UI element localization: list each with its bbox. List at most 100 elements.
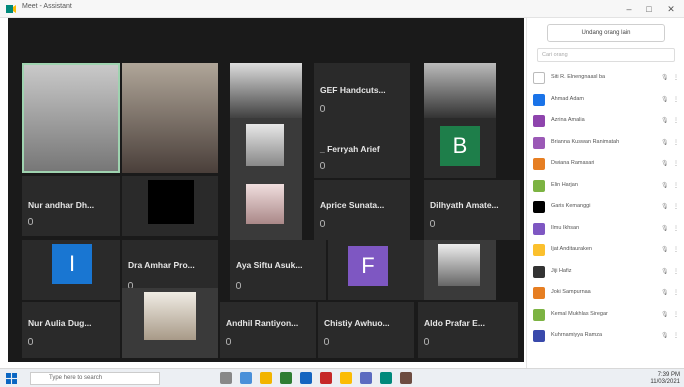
word-icon[interactable]: [300, 372, 312, 384]
participant-avatar: [533, 72, 545, 84]
participant-tile[interactable]: [122, 176, 218, 236]
participant-row[interactable]: Azrina Amalia 🎙 ⋮: [533, 113, 681, 129]
participant-tile[interactable]: [424, 240, 496, 300]
participant-tile[interactable]: [230, 180, 302, 240]
participant-tile[interactable]: I: [22, 240, 120, 300]
participant-row[interactable]: Garis Kemanggi 🎙 ⋮: [533, 199, 681, 215]
participant-row[interactable]: Ilmu Ikhsan 🎙 ⋮: [533, 221, 681, 237]
participant-row[interactable]: Dwiana Ramasari 🎙 ⋮: [533, 156, 681, 172]
participant-video: [246, 124, 284, 166]
participant-tile[interactable]: Dilhyath Amate...: [424, 180, 520, 240]
participant-video: [246, 184, 284, 224]
mic-icon: [320, 162, 325, 169]
meet-icon[interactable]: [380, 372, 392, 384]
participant-row[interactable]: Elin Harjan 🎙 ⋮: [533, 178, 681, 194]
participant-name: Nur andhar Dh...: [28, 200, 95, 210]
participant-avatar: [533, 287, 545, 299]
mic-icon: 🎙: [661, 311, 669, 318]
mic-icon: 🎙: [661, 139, 669, 146]
people-search-input[interactable]: Cari orang: [537, 48, 675, 62]
close-button[interactable]: ✕: [662, 2, 680, 16]
more-options-icon[interactable]: ⋮: [673, 311, 679, 318]
participant-row-label: Siti R. Elnengnaasl ba: [551, 74, 606, 80]
participant-avatar: I: [52, 244, 92, 284]
participant-tile[interactable]: [22, 63, 120, 173]
participant-avatar: [533, 158, 545, 170]
invite-button[interactable]: Undang orang lain: [547, 24, 665, 42]
task-view-icon[interactable]: [220, 372, 232, 384]
app-icon[interactable]: [400, 372, 412, 384]
participant-tile[interactable]: _ Ferryah Arief: [314, 118, 410, 178]
more-options-icon[interactable]: ⋮: [673, 225, 679, 232]
participant-row[interactable]: Brianna Kuswan Ranimatah 🎙 ⋮: [533, 135, 681, 151]
participant-tile[interactable]: Nur andhar Dh...: [22, 176, 120, 236]
participant-tile[interactable]: [230, 118, 302, 180]
teams-icon[interactable]: [360, 372, 372, 384]
participant-row[interactable]: Joki Sampurnaa 🎙 ⋮: [533, 285, 681, 301]
participant-tile[interactable]: Chistiy Awhuo...: [318, 302, 414, 358]
participant-video: [144, 292, 196, 340]
participant-tile[interactable]: F: [328, 240, 424, 300]
taskbar: Type here to search 7:39 PM 11/03/2021: [0, 368, 684, 387]
more-options-icon[interactable]: ⋮: [673, 332, 679, 339]
mic-icon: 🎙: [661, 225, 669, 232]
participant-tile[interactable]: Aprice Sunata...: [314, 180, 410, 240]
mic-icon: 🎙: [661, 268, 669, 275]
participant-tile[interactable]: [122, 288, 218, 358]
edge-icon[interactable]: [240, 372, 252, 384]
mic-icon: 🎙: [661, 333, 669, 339]
participant-avatar: [533, 179, 545, 192]
participant-row-label: Azrina Amalia: [551, 117, 585, 123]
mic-icon: [28, 218, 33, 225]
more-options-icon[interactable]: ⋮: [673, 117, 679, 124]
participant-name: Aprice Sunata...: [320, 200, 385, 210]
more-options-icon[interactable]: ⋮: [673, 246, 679, 253]
participant-tile[interactable]: [424, 63, 496, 118]
folder-icon[interactable]: [260, 372, 272, 384]
participant-row-label: Joki Sampurnaa: [551, 289, 591, 295]
mic-icon: [320, 220, 325, 227]
people-panel: Undang orang lain Cari orang Siti R. Eln…: [526, 18, 684, 368]
participant-row[interactable]: Ahmad Adam 🎙 ⋮: [533, 92, 681, 108]
more-options-icon[interactable]: ⋮: [673, 182, 679, 189]
participant-avatar: [533, 93, 545, 106]
more-options-icon[interactable]: ⋮: [673, 289, 679, 296]
more-options-icon[interactable]: ⋮: [673, 160, 679, 167]
participant-tile[interactable]: Aya Siftu Asuk...: [230, 240, 326, 300]
participant-tile[interactable]: Nur Aulia Dug...: [22, 302, 120, 358]
participant-row[interactable]: Kemal Mukhlas Siregar 🎙 ⋮: [533, 307, 681, 323]
windows-start-icon[interactable]: [6, 373, 17, 384]
participant-row-label: Kemal Mukhlas Siregar: [551, 310, 608, 317]
more-options-icon[interactable]: ⋮: [673, 96, 679, 103]
taskbar-search[interactable]: Type here to search: [30, 372, 160, 385]
maximize-button[interactable]: □: [640, 2, 658, 16]
participant-tile[interactable]: B: [424, 118, 496, 178]
participant-avatar: [533, 136, 545, 149]
mic-icon: [324, 338, 329, 345]
chrome-icon[interactable]: [340, 372, 352, 384]
participant-tile[interactable]: [230, 63, 302, 123]
system-clock[interactable]: 7:39 PM 11/03/2021: [650, 372, 680, 385]
mic-icon: 🎙: [661, 247, 669, 253]
participant-row[interactable]: Jiji Hafiz 🎙 ⋮: [533, 264, 681, 280]
more-options-icon[interactable]: ⋮: [673, 139, 679, 146]
participant-row-label: Dwiana Ramasari: [551, 160, 595, 166]
minimize-button[interactable]: –: [620, 2, 638, 16]
participant-row[interactable]: Kuhrnamiyya Ramza 🎙 ⋮: [533, 328, 681, 344]
participant-tile[interactable]: [122, 63, 218, 173]
participant-tile[interactable]: Andhil Rantiyon...: [220, 302, 316, 358]
participant-video: [230, 63, 302, 123]
participant-row[interactable]: Ijat Anditauraken 🎙 ⋮: [533, 242, 681, 258]
participant-tile[interactable]: Aldo Prafar E...: [418, 302, 518, 358]
excel-icon[interactable]: [280, 372, 292, 384]
participant-tile[interactable]: GEF Handcuts...: [314, 63, 410, 118]
participant-avatar: [533, 244, 545, 256]
powerpoint-icon[interactable]: [320, 372, 332, 384]
participant-row[interactable]: Siti R. Elnengnaasl ba 🎙 ⋮: [533, 70, 681, 86]
more-options-icon[interactable]: ⋮: [673, 74, 679, 81]
mic-icon: [28, 338, 33, 345]
clock-time: 7:39 PM: [657, 372, 680, 378]
more-options-icon[interactable]: ⋮: [673, 203, 679, 210]
participant-row-label: Ilmu Ikhsan: [551, 224, 580, 231]
more-options-icon[interactable]: ⋮: [673, 268, 679, 275]
